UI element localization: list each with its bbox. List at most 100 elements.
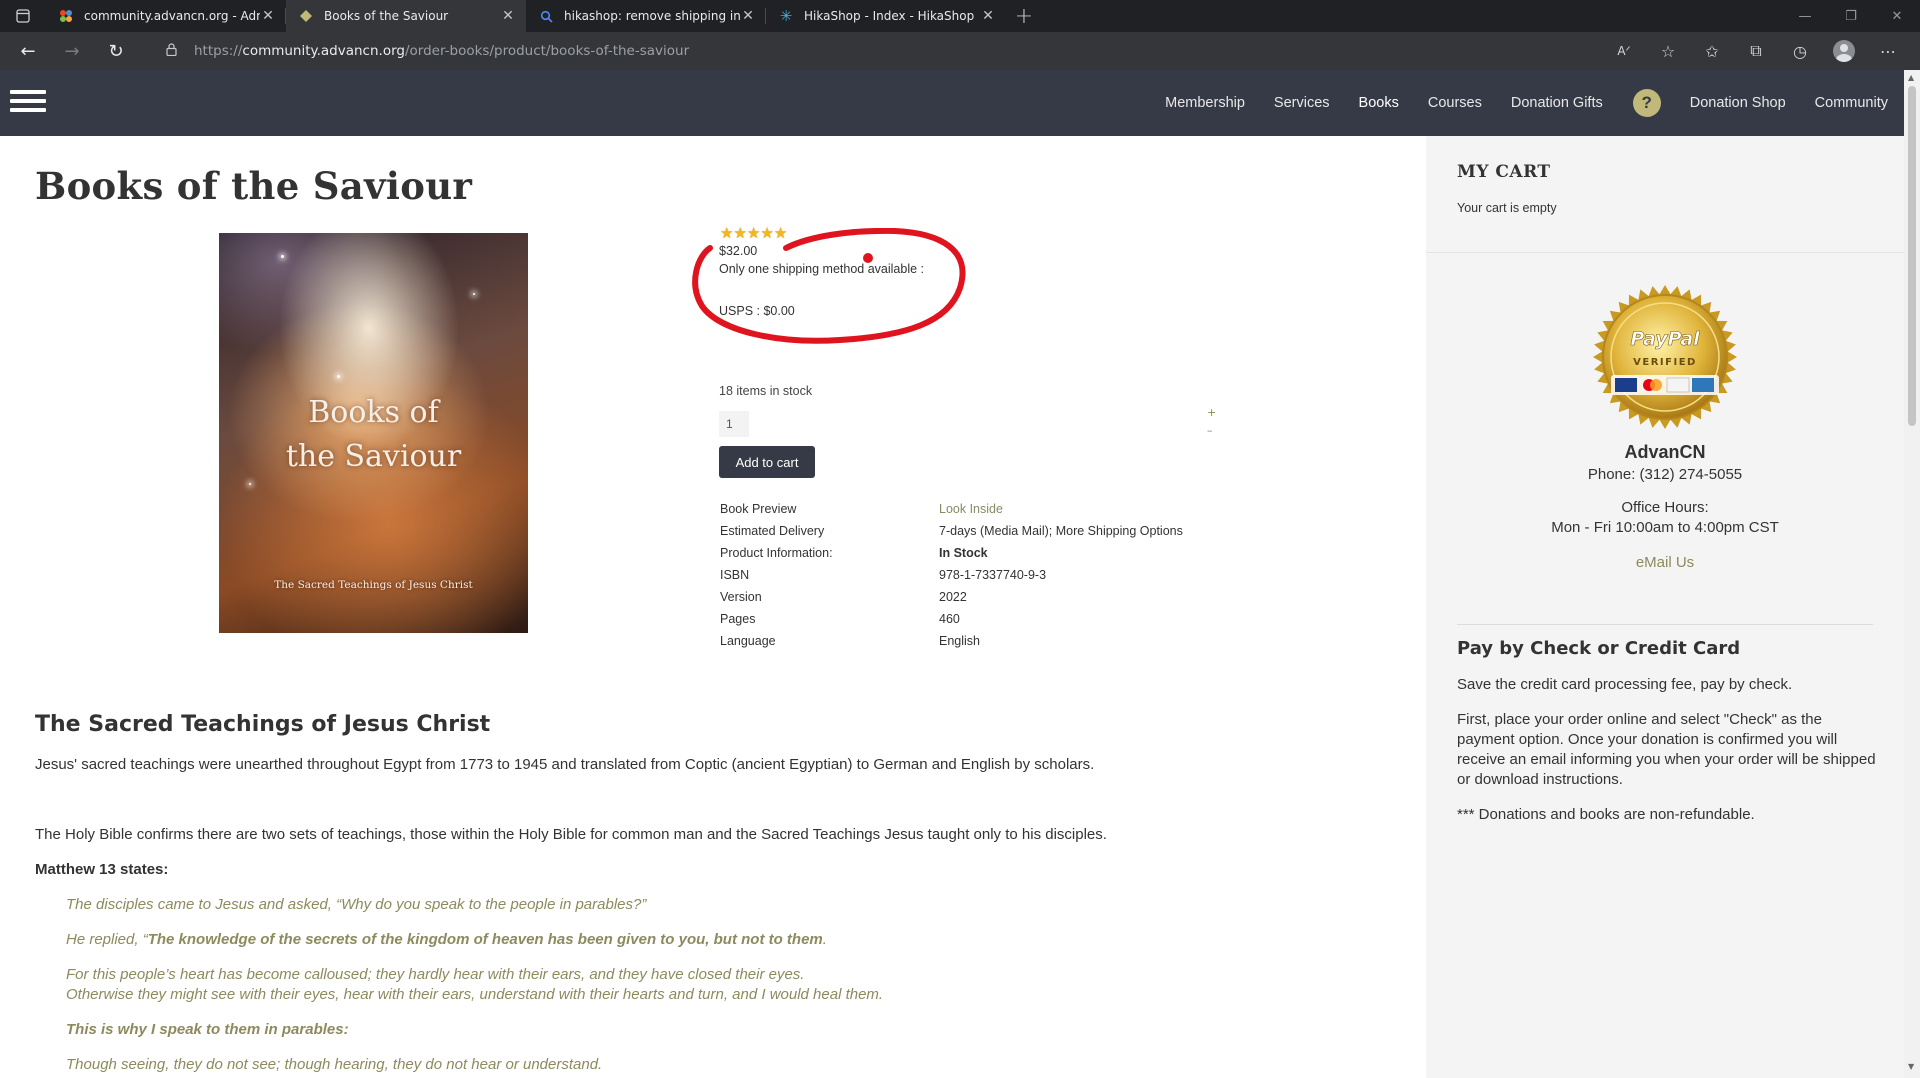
profile-icon[interactable]	[1822, 32, 1866, 70]
pay-paragraph: Save the credit card processing fee, pay…	[1457, 676, 1793, 693]
scripture-quote: Otherwise they might see with their eyes…	[66, 986, 884, 1003]
toolbar-icons: Aᐟ ☆ ✩ ⧉ ◷ ⋯	[1602, 32, 1910, 70]
more-options-icon[interactable]: ⋯	[1866, 32, 1910, 70]
browser-tab-hikashop[interactable]: ✳ HikaShop - Index - HikaShop ✕	[766, 0, 1006, 32]
joomla-icon	[58, 8, 74, 24]
close-icon[interactable]: ✕	[500, 8, 516, 24]
tab-title: HikaShop - Index - HikaShop	[804, 9, 975, 23]
tab-actions-icon[interactable]	[0, 0, 46, 32]
new-tab-button[interactable]: +	[1006, 0, 1042, 32]
collections-icon[interactable]: ⧉	[1734, 32, 1778, 70]
browser-tabstrip: community.advancn.org - Admin ✕ Books of…	[0, 0, 1920, 32]
reload-icon[interactable]: ↻	[94, 32, 138, 70]
pay-paragraph: *** Donations and books are non-refundab…	[1457, 806, 1755, 823]
spec-row: Version 2022	[720, 586, 1240, 608]
spec-row: Pages 460	[720, 608, 1240, 630]
quote-text: He replied, “	[66, 931, 148, 948]
back-arrow-icon[interactable]: ←	[6, 32, 50, 70]
pay-heading: Pay by Check or Credit Card	[1457, 638, 1741, 659]
description-paragraph: Jesus' sacred teachings were unearthed t…	[35, 756, 1095, 773]
cover-star	[281, 255, 284, 258]
spec-value: 460	[939, 612, 960, 626]
seal-text: PayPal	[1630, 328, 1700, 350]
nav-donation-gifts[interactable]: Donation Gifts	[1511, 95, 1603, 111]
minimize-icon[interactable]: —	[1782, 0, 1828, 32]
spec-value: In Stock	[939, 546, 988, 560]
hamburger-menu-icon[interactable]	[10, 90, 46, 116]
main-content: Books of the Saviour Books of the Saviou…	[0, 136, 1426, 1078]
scripture-quote: Though seeing, they do not see; though h…	[66, 1056, 603, 1073]
quantity-decrease-button[interactable]: –	[1207, 424, 1213, 437]
main-menu: Membership Services Books Courses Donati…	[1136, 70, 1888, 136]
url-path: /order-books/product/books-of-the-saviou…	[404, 43, 690, 59]
close-icon[interactable]: ✕	[260, 8, 276, 24]
spec-label: ISBN	[720, 568, 750, 582]
add-favorite-icon[interactable]: ☆	[1646, 32, 1690, 70]
cart-title: MY CART	[1457, 162, 1551, 182]
cart-status: Your cart is empty	[1457, 201, 1557, 215]
look-inside-link[interactable]: Look Inside	[939, 502, 1003, 516]
tab-title: Books of the Saviour	[324, 9, 449, 23]
site-header: Membership Services Books Courses Donati…	[0, 70, 1904, 136]
spec-value: English	[939, 634, 980, 648]
office-hours: Mon - Fri 10:00am to 4:00pm CST	[1551, 519, 1779, 536]
browser-toolbar: ← → ↻ https://community.advancn.org/orde…	[0, 32, 1920, 70]
spec-label: Estimated Delivery	[720, 524, 825, 538]
history-icon[interactable]: ◷	[1778, 32, 1822, 70]
site-favicon	[298, 8, 314, 24]
scroll-up-icon[interactable]: ▲	[1908, 73, 1914, 82]
restore-icon[interactable]: ❐	[1828, 0, 1874, 32]
close-icon[interactable]: ✕	[980, 8, 996, 24]
tab-title: community.advancn.org - Admin	[84, 9, 260, 23]
nav-membership[interactable]: Membership	[1165, 95, 1245, 111]
spec-row: Estimated Delivery 7-days (Media Mail); …	[720, 520, 1240, 542]
spec-value: 978-1-7337740-9-3	[939, 568, 1047, 582]
sidebar: MY CART Your cart is empty PayPal VERIFI…	[1426, 136, 1904, 1078]
product-specs: Book Preview Look Inside Estimated Deliv…	[720, 498, 1240, 652]
help-icon[interactable]: ?	[1632, 89, 1661, 117]
scroll-down-icon[interactable]: ▼	[1908, 1062, 1914, 1071]
quantity-input[interactable]	[719, 411, 749, 437]
nav-donation-shop[interactable]: Donation Shop	[1690, 95, 1786, 111]
description-heading: The Sacred Teachings of Jesus Christ	[35, 712, 491, 737]
org-name: AdvanCN	[1624, 442, 1706, 462]
browser-tab-search[interactable]: hikashop: remove shipping infor ✕	[526, 0, 766, 32]
browser-tab-admin[interactable]: community.advancn.org - Admin ✕	[46, 0, 286, 32]
forward-arrow-icon[interactable]: →	[50, 32, 94, 70]
org-phone: Phone: (312) 274-5055	[1587, 466, 1743, 483]
scripture-quote: He replied, “The knowledge of the secret…	[66, 931, 827, 948]
browser-tab-books[interactable]: Books of the Saviour ✕	[286, 0, 526, 32]
nav-services[interactable]: Services	[1274, 95, 1330, 111]
spec-row: ISBN 978-1-7337740-9-3	[720, 564, 1240, 586]
email-us-link[interactable]: eMail Us	[1426, 554, 1904, 571]
spec-value: 2022	[939, 590, 967, 604]
nav-courses[interactable]: Courses	[1428, 95, 1482, 111]
cover-star	[473, 293, 475, 295]
spec-label: Product Information:	[720, 546, 833, 560]
cover-title-line: Books of	[308, 395, 439, 430]
stock-count: 18 items in stock	[719, 384, 813, 398]
favorites-icon[interactable]: ✩	[1690, 32, 1734, 70]
close-icon[interactable]: ✕	[740, 8, 756, 24]
page-scrollbar[interactable]: ▲ ▼	[1904, 70, 1920, 1078]
scripture-quote: This is why I speak to them in parables:	[66, 1021, 349, 1038]
nav-books[interactable]: Books	[1359, 95, 1399, 111]
url-host: community.advancn.org	[242, 43, 405, 59]
close-window-icon[interactable]: ✕	[1874, 0, 1920, 32]
nav-community[interactable]: Community	[1815, 95, 1888, 111]
spec-row: Language English	[720, 630, 1240, 652]
quantity-increase-button[interactable]: +	[1207, 406, 1216, 419]
seal-text: VERIFIED	[1633, 357, 1697, 368]
scripture-quote: The disciples came to Jesus and asked, “…	[66, 896, 647, 913]
address-bar[interactable]: https://community.advancn.org/order-book…	[150, 36, 1590, 66]
paypal-verified-seal: PayPal VERIFIED	[1593, 285, 1737, 429]
spec-row: Product Information: In Stock	[720, 542, 1240, 564]
scrollbar-thumb[interactable]	[1908, 86, 1916, 426]
spec-row: Book Preview Look Inside	[720, 498, 1240, 520]
read-aloud-icon[interactable]: Aᐟ	[1602, 32, 1646, 70]
product-cover-image[interactable]: Books of the Saviour The Sacred Teaching…	[219, 233, 528, 633]
add-to-cart-button[interactable]: Add to cart	[719, 446, 815, 478]
tab-title: hikashop: remove shipping infor	[564, 9, 740, 23]
pay-paragraph: First, place your order online and selec…	[1457, 711, 1876, 788]
window-controls: — ❐ ✕	[1782, 0, 1920, 32]
